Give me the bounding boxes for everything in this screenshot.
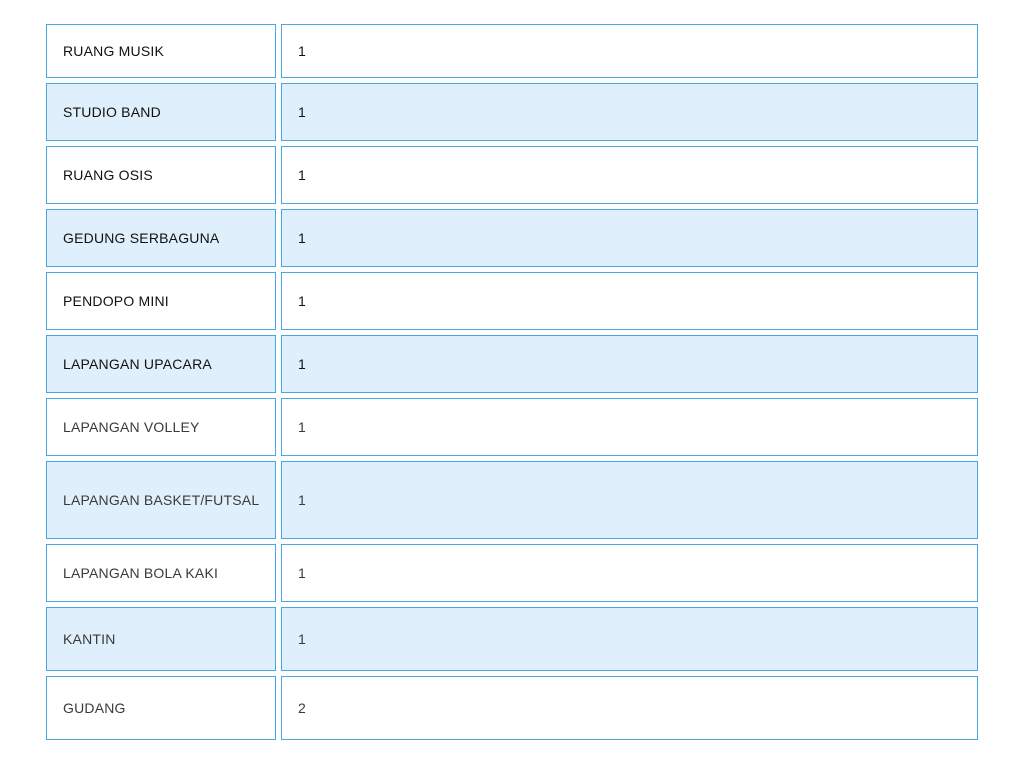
- table-row: LAPANGAN BOLA KAKI 1: [46, 544, 978, 602]
- facility-count-cell: 1: [281, 607, 978, 671]
- table-row: KANTIN 1: [46, 607, 978, 671]
- facility-count-cell: 1: [281, 461, 978, 539]
- table-row: LAPANGAN UPACARA 1: [46, 335, 978, 393]
- facility-name-cell: LAPANGAN VOLLEY: [46, 398, 276, 456]
- facility-name-cell: GUDANG: [46, 676, 276, 740]
- facility-count-cell: 2: [281, 676, 978, 740]
- facility-count-cell: 1: [281, 272, 978, 330]
- facility-count-cell: 1: [281, 335, 978, 393]
- facility-name-cell: LAPANGAN BASKET/FUTSAL: [46, 461, 276, 539]
- table-row: GUDANG 2: [46, 676, 978, 740]
- facility-name-cell: LAPANGAN UPACARA: [46, 335, 276, 393]
- facility-name-cell: LAPANGAN BOLA KAKI: [46, 544, 276, 602]
- table-row: RUANG OSIS 1: [46, 146, 978, 204]
- table-row: PENDOPO MINI 1: [46, 272, 978, 330]
- table-row: LAPANGAN BASKET/FUTSAL 1: [46, 461, 978, 539]
- table-row: GEDUNG SERBAGUNA 1: [46, 209, 978, 267]
- facility-name-cell: STUDIO BAND: [46, 83, 276, 141]
- facility-count-cell: 1: [281, 398, 978, 456]
- facility-count-cell: 1: [281, 209, 978, 267]
- facility-name-cell: KANTIN: [46, 607, 276, 671]
- facilities-table: RUANG MUSIK 1 STUDIO BAND 1 RUANG OSIS 1…: [46, 24, 978, 745]
- facility-name-cell: RUANG MUSIK: [46, 24, 276, 78]
- table-row: STUDIO BAND 1: [46, 83, 978, 141]
- facility-name-cell: RUANG OSIS: [46, 146, 276, 204]
- facility-count-cell: 1: [281, 146, 978, 204]
- facility-count-cell: 1: [281, 83, 978, 141]
- facility-count-cell: 1: [281, 544, 978, 602]
- facility-name-cell: PENDOPO MINI: [46, 272, 276, 330]
- table-row: LAPANGAN VOLLEY 1: [46, 398, 978, 456]
- table-row: RUANG MUSIK 1: [46, 24, 978, 78]
- facility-count-cell: 1: [281, 24, 978, 78]
- facility-name-cell: GEDUNG SERBAGUNA: [46, 209, 276, 267]
